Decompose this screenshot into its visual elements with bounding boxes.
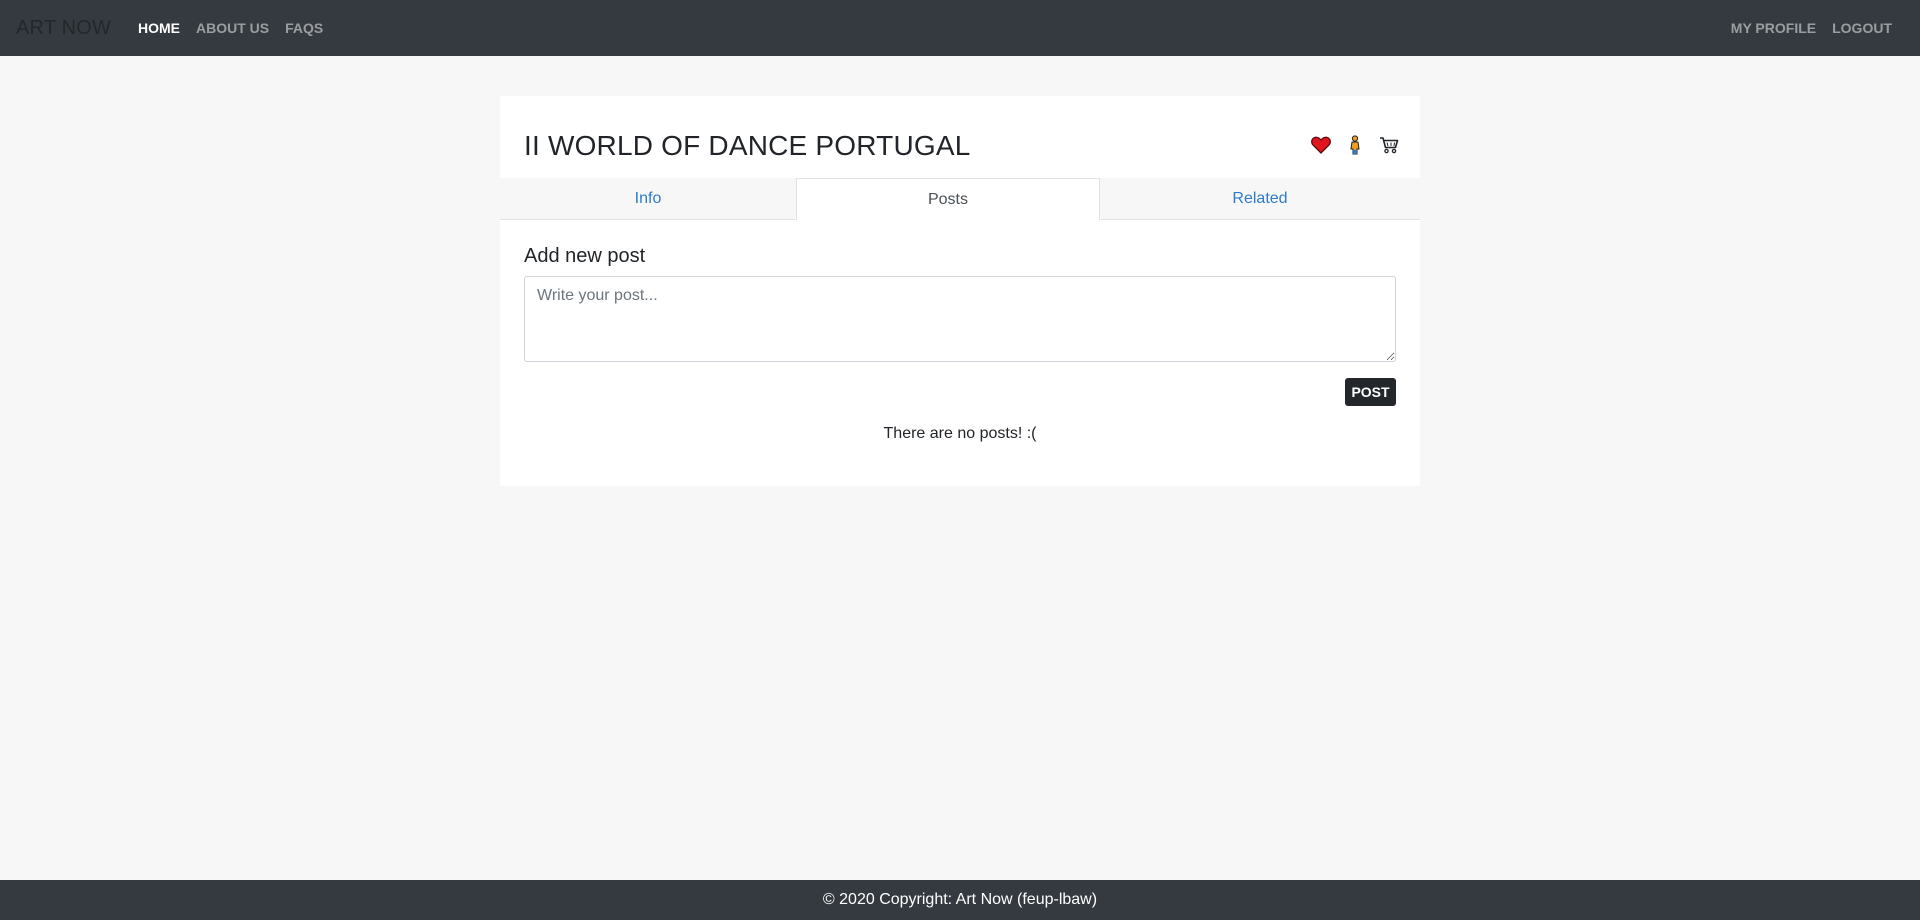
nav-right-links: MY PROFILE LOGOUT xyxy=(1723,0,1900,56)
cart-icon[interactable] xyxy=(1378,134,1400,156)
nav-faqs-link[interactable]: FAQS xyxy=(277,20,331,36)
post-textarea[interactable] xyxy=(524,276,1396,362)
nav-my-profile-link[interactable]: MY PROFILE xyxy=(1723,20,1824,36)
brand-logo[interactable]: ART NOW xyxy=(16,17,111,39)
tab-info[interactable]: Info xyxy=(500,178,796,220)
copyright-text: © 2020 Copyright: Art Now (feup-lbaw) xyxy=(822,891,1098,908)
add-post-heading: Add new post xyxy=(524,245,646,267)
footer: © 2020 Copyright: Art Now (feup-lbaw) xyxy=(0,880,1920,920)
tab-related[interactable]: Related xyxy=(1100,178,1420,220)
top-navbar: ART NOW HOME ABOUT US FAQS MY PROFILE LO… xyxy=(0,0,1920,56)
event-actions xyxy=(1298,134,1400,156)
event-tabs: Info Posts Related xyxy=(500,178,1420,221)
nav-about-us-link[interactable]: ABOUT US xyxy=(188,20,277,36)
event-header: II WORLD OF DANCE PORTUGAL xyxy=(500,96,1420,178)
event-title: II WORLD OF DANCE PORTUGAL xyxy=(524,130,971,161)
post-button[interactable]: POST xyxy=(1345,378,1396,406)
heart-icon[interactable] xyxy=(1310,134,1332,156)
tab-posts[interactable]: Posts xyxy=(796,178,1100,221)
nav-left-links: HOME ABOUT US FAQS xyxy=(130,0,331,56)
person-icon[interactable] xyxy=(1344,134,1366,156)
nav-logout-link[interactable]: LOGOUT xyxy=(1824,20,1900,36)
nav-home-link[interactable]: HOME xyxy=(130,20,188,36)
event-card: II WORLD OF DANCE PORTUGAL Info Posts Re… xyxy=(500,96,1420,486)
empty-posts-message: There are no posts! :( xyxy=(883,425,1037,442)
